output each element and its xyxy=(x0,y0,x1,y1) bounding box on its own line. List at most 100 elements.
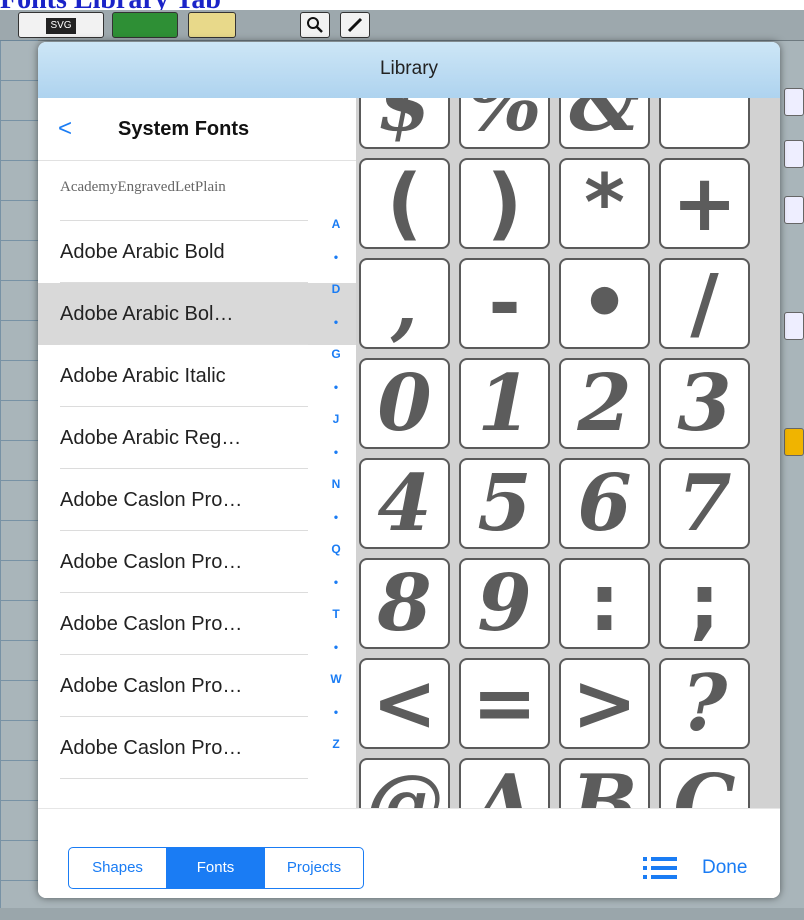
font-list-item[interactable]: Adobe Arabic Italic xyxy=(38,345,356,407)
search-icon xyxy=(307,17,323,33)
side-tool-text[interactable] xyxy=(784,312,804,340)
glyph-cell[interactable]: ) xyxy=(459,158,550,249)
side-tool-arrow[interactable] xyxy=(784,88,804,116)
glyph-cell[interactable]: ' xyxy=(659,98,750,149)
glyph-cell[interactable]: - xyxy=(459,258,550,349)
glyph-cell[interactable]: 1 xyxy=(459,358,550,449)
glyph-cell[interactable]: 2 xyxy=(559,358,650,449)
pen-tool-button[interactable] xyxy=(340,12,370,38)
glyph-cell[interactable]: @ xyxy=(359,758,450,808)
font-list-item[interactable]: Adobe Caslon Pro… xyxy=(38,593,356,655)
modal-header: Library xyxy=(38,42,780,99)
font-list-item[interactable]: Adobe Arabic Bold xyxy=(38,221,356,283)
glyph-cell[interactable]: ? xyxy=(659,658,750,749)
glyph-cell[interactable]: ( xyxy=(359,158,450,249)
font-list: AcademyEngravedLetPlain Adobe Arabic Bold… xyxy=(38,161,356,779)
tab-projects[interactable]: Projects xyxy=(265,848,363,888)
glyph-cell[interactable]: = xyxy=(459,658,550,749)
font-list-header: < System Fonts xyxy=(38,98,356,161)
glyph-cell[interactable]: 8 xyxy=(359,558,450,649)
glyph-cell[interactable]: < xyxy=(359,658,450,749)
index-letter[interactable]: • xyxy=(324,436,348,469)
font-list-title: System Fonts xyxy=(118,118,250,140)
index-letter[interactable]: A xyxy=(324,208,348,241)
glyph-cell[interactable]: 6 xyxy=(559,458,650,549)
glyph-cell[interactable]: 0 xyxy=(359,358,450,449)
font-list-item[interactable]: Adobe Arabic Reg… xyxy=(38,407,356,469)
font-list-item-label: Adobe Caslon Pro… xyxy=(60,489,243,511)
index-letter[interactable]: N xyxy=(324,468,348,501)
index-letter[interactable]: G xyxy=(324,338,348,371)
glyph-cell[interactable]: & xyxy=(559,98,650,149)
index-letter[interactable]: J xyxy=(324,403,348,436)
bottom-bar: Shapes Fonts Projects Done xyxy=(38,808,780,898)
side-tool-move[interactable] xyxy=(784,196,804,224)
back-button[interactable]: < xyxy=(58,115,72,143)
glyph-cell[interactable]: B xyxy=(559,758,650,808)
glyph-cell[interactable]: $ xyxy=(359,98,450,149)
glyph-grid-area: $% & ' () * +, - •/ 0 1 2 3 4 5 6 7 8 9:; < = >? @ A B C xyxy=(356,98,780,808)
index-letter[interactable]: Q xyxy=(324,533,348,566)
index-letter[interactable]: • xyxy=(324,696,348,729)
glyph-cell[interactable]: 5 xyxy=(459,458,550,549)
index-letter[interactable]: T xyxy=(324,598,348,631)
library-segmented-control: Shapes Fonts Projects xyxy=(68,847,364,889)
glyph-cell[interactable]: • xyxy=(559,258,650,349)
font-list-item-label: AcademyEngravedLetPlain xyxy=(60,179,226,195)
svg-tool-label: SVG xyxy=(46,18,76,34)
glyph-cell[interactable]: 4 xyxy=(359,458,450,549)
list-icon[interactable] xyxy=(643,857,677,879)
tab-fonts[interactable]: Fonts xyxy=(167,848,265,888)
glyph-cell[interactable]: : xyxy=(559,558,650,649)
font-list-item[interactable]: Adobe Caslon Pro… xyxy=(38,469,356,531)
font-list-panel: < System Fonts AcademyEngravedLetPlain Ad… xyxy=(38,98,356,808)
glyph-cell[interactable]: A xyxy=(459,758,550,808)
svg-tool-button[interactable]: SVG xyxy=(18,12,104,38)
glyph-cell[interactable]: ; xyxy=(659,558,750,649)
glyph-cell[interactable]: , xyxy=(359,258,450,349)
font-list-item-label: Adobe Arabic Bol… xyxy=(60,303,234,325)
index-letter[interactable]: • xyxy=(324,306,348,339)
font-list-item-label: Adobe Caslon Pro… xyxy=(60,675,243,697)
star-tool-button[interactable] xyxy=(188,12,236,38)
font-list-item-label: Adobe Caslon Pro… xyxy=(60,613,243,635)
index-letter[interactable]: • xyxy=(324,566,348,599)
tab-shapes[interactable]: Shapes xyxy=(69,848,167,888)
library-modal: Library < System Fonts AcademyEngravedLe… xyxy=(38,42,780,898)
index-letter[interactable]: D xyxy=(324,273,348,306)
glyph-cell[interactable]: > xyxy=(559,658,650,749)
done-button[interactable]: Done xyxy=(702,857,747,879)
modal-title: Library xyxy=(379,58,439,79)
index-letter[interactable]: • xyxy=(324,371,348,404)
glyph-cell[interactable]: * xyxy=(559,158,650,249)
font-list-item[interactable]: Adobe Arabic Bol… xyxy=(38,283,356,345)
glyph-cell[interactable]: C xyxy=(659,758,750,808)
image-tool-button[interactable] xyxy=(112,12,178,38)
glyph-cell[interactable]: 7 xyxy=(659,458,750,549)
glyph-cell[interactable]: + xyxy=(659,158,750,249)
font-list-item[interactable]: Adobe Caslon Pro… xyxy=(38,531,356,593)
side-tool-doc[interactable] xyxy=(784,140,804,168)
font-list-item-label: Adobe Caslon Pro… xyxy=(60,737,243,759)
glyph-cell[interactable]: / xyxy=(659,258,750,349)
alphabet-index[interactable]: A • D • G • J • N • Q • T • W • Z xyxy=(324,208,348,761)
index-letter[interactable]: Z xyxy=(324,728,348,761)
font-list-item-label: Adobe Arabic Reg… xyxy=(60,427,242,449)
glyph-cell[interactable]: 3 xyxy=(659,358,750,449)
pen-icon xyxy=(347,17,363,33)
font-list-item-label: Adobe Arabic Bold xyxy=(60,241,225,263)
glyph-cell[interactable]: % xyxy=(459,98,550,149)
side-tool-color[interactable] xyxy=(784,428,804,456)
font-list-item-label: Adobe Arabic Italic xyxy=(60,365,226,387)
app-toolbar: SVG xyxy=(0,10,804,41)
index-letter[interactable]: • xyxy=(324,501,348,534)
font-list-item[interactable]: AcademyEngravedLetPlain xyxy=(38,161,356,221)
index-letter[interactable]: W xyxy=(324,663,348,696)
search-tool-button[interactable] xyxy=(300,12,330,38)
index-letter[interactable]: • xyxy=(324,241,348,274)
index-letter[interactable]: • xyxy=(324,631,348,664)
font-list-item[interactable]: Adobe Caslon Pro… xyxy=(38,717,356,779)
glyph-cell[interactable]: 9 xyxy=(459,558,550,649)
font-list-item[interactable]: Adobe Caslon Pro… xyxy=(38,655,356,717)
font-list-item-label: Adobe Caslon Pro… xyxy=(60,551,243,573)
